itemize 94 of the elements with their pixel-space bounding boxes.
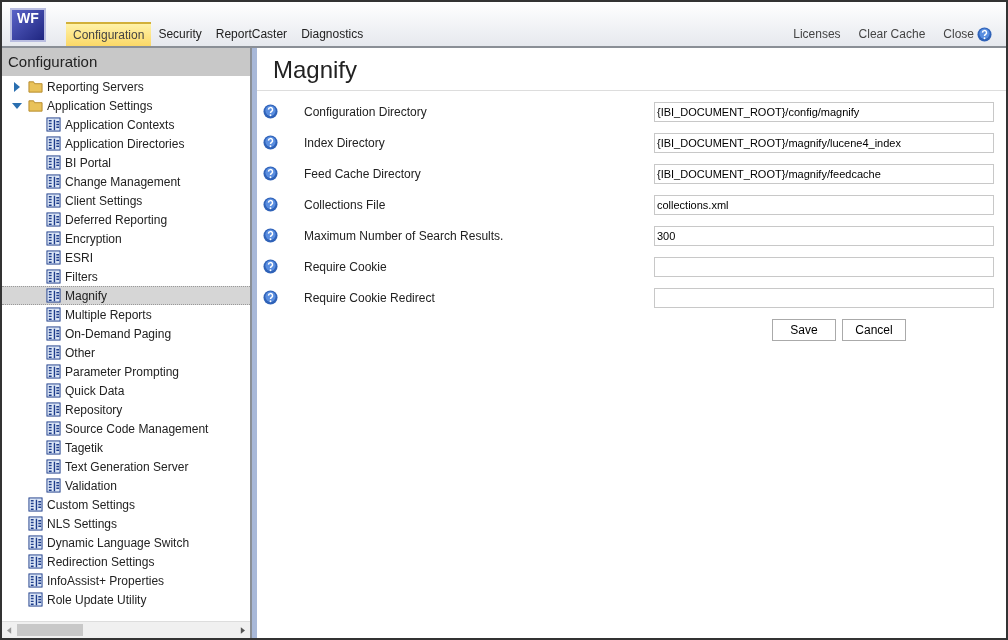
setting-label: Require Cookie Redirect: [304, 290, 436, 305]
settings-file-icon: [46, 345, 61, 360]
settings-file-icon: [46, 421, 61, 436]
settings-file-icon: [28, 497, 43, 512]
settings-file-icon: [28, 554, 43, 569]
setting-label: Maximum Number of Search Results.: [304, 228, 505, 243]
tree-item[interactable]: Quick Data: [2, 381, 250, 400]
tree-item[interactable]: Application Contexts: [2, 115, 250, 134]
tree-item[interactable]: Reporting Servers: [2, 77, 250, 96]
tree-item[interactable]: Deferred Reporting: [2, 210, 250, 229]
header-link[interactable]: Clear Cache: [849, 27, 935, 41]
setting-field[interactable]: 300: [654, 225, 994, 246]
nav-tab[interactable]: Diagnostics: [294, 22, 371, 46]
setting-label: Collections File: [304, 197, 387, 212]
sidebar-title: Configuration: [2, 48, 250, 76]
nav-tab[interactable]: ReportCaster: [208, 22, 295, 46]
form-button[interactable]: Save: [772, 319, 836, 341]
tree-item[interactable]: Redirection Settings: [2, 552, 250, 571]
setting-field[interactable]: {IBI_DOCUMENT_ROOT}/magnify/feedcache: [654, 163, 994, 184]
tree-item[interactable]: Multiple Reports: [2, 305, 250, 324]
expander-icon[interactable]: [12, 81, 22, 92]
settings-file-icon: [46, 174, 61, 189]
tree-item[interactable]: BI Portal: [2, 153, 250, 172]
tree-item[interactable]: Magnify: [2, 286, 250, 305]
settings-file-icon: [46, 231, 61, 246]
help-icon[interactable]: [263, 197, 278, 212]
tree-item[interactable]: Encryption: [2, 229, 250, 248]
settings-file-icon: [46, 383, 61, 398]
tree-item[interactable]: Filters: [2, 267, 250, 286]
tree-item[interactable]: Parameter Prompting: [2, 362, 250, 381]
setting-field[interactable]: {IBI_DOCUMENT_ROOT}/magnify/lucene4_index: [654, 132, 994, 153]
tree-item[interactable]: ESRI: [2, 248, 250, 267]
setting-field[interactable]: collections.xml: [654, 194, 994, 215]
help-icon[interactable]: [263, 104, 278, 119]
settings-file-icon: [46, 307, 61, 322]
settings-file-icon: [46, 269, 61, 284]
folder-icon: [28, 79, 43, 94]
settings-file-icon: [46, 288, 61, 303]
setting-label: Index Directory: [304, 135, 386, 150]
settings-file-icon: [46, 212, 61, 227]
tree-item[interactable]: Client Settings: [2, 191, 250, 210]
setting-label: Require Cookie: [304, 259, 388, 274]
nav-tab[interactable]: Security: [151, 22, 209, 46]
setting-label: Feed Cache Directory: [304, 166, 422, 181]
setting-field[interactable]: [654, 287, 994, 308]
setting-field[interactable]: {IBI_DOCUMENT_ROOT}/config/magnify: [654, 101, 994, 122]
settings-file-icon: [28, 535, 43, 550]
help-icon[interactable]: [263, 166, 278, 181]
settings-file-icon: [46, 459, 61, 474]
settings-file-icon: [46, 478, 61, 493]
help-icon[interactable]: [263, 228, 278, 243]
settings-file-icon: [46, 250, 61, 265]
scroll-right-icon[interactable]: [240, 626, 245, 634]
expander-icon[interactable]: [12, 100, 22, 111]
settings-file-icon: [46, 193, 61, 208]
tree-item[interactable]: Text Generation Server: [2, 457, 250, 476]
page-title: Magnify: [257, 48, 1006, 91]
settings-file-icon: [28, 592, 43, 607]
tree-item[interactable]: Application Directories: [2, 134, 250, 153]
help-icon[interactable]: [263, 135, 278, 150]
tree-item[interactable]: Role Update Utility: [2, 590, 250, 609]
settings-file-icon: [46, 326, 61, 341]
tree-item[interactable]: Other: [2, 343, 250, 362]
tree-item[interactable]: Source Code Management: [2, 419, 250, 438]
help-icon[interactable]: [977, 26, 992, 42]
settings-file-icon: [46, 136, 61, 151]
settings-file-icon: [28, 573, 43, 588]
settings-file-icon: [46, 117, 61, 132]
nav-tab[interactable]: Configuration: [66, 22, 152, 46]
horizontal-scrollbar[interactable]: [2, 621, 250, 638]
tree-item[interactable]: NLS Settings: [2, 514, 250, 533]
settings-file-icon: [46, 155, 61, 170]
tree-item[interactable]: Change Management: [2, 172, 250, 191]
header-link[interactable]: Licenses: [784, 27, 850, 41]
settings-file-icon: [46, 364, 61, 379]
settings-file-icon: [46, 402, 61, 417]
form-button[interactable]: Cancel: [842, 319, 906, 341]
folder-icon: [28, 98, 43, 113]
help-icon[interactable]: [263, 290, 278, 305]
tree-item[interactable]: On-Demand Paging: [2, 324, 250, 343]
app-logo: WF: [10, 8, 46, 42]
help-icon[interactable]: [263, 259, 278, 274]
tree-item[interactable]: InfoAssist+ Properties: [2, 571, 250, 590]
tree-item[interactable]: Repository: [2, 400, 250, 419]
tree-item[interactable]: Validation: [2, 476, 250, 495]
setting-label: Configuration Directory: [304, 104, 428, 119]
setting-field[interactable]: [654, 256, 994, 277]
settings-file-icon: [46, 440, 61, 455]
tree-item[interactable]: Dynamic Language Switch: [2, 533, 250, 552]
settings-file-icon: [28, 516, 43, 531]
header-link[interactable]: Close: [934, 27, 977, 41]
tree-item[interactable]: Tagetik: [2, 438, 250, 457]
tree-item[interactable]: Application Settings: [2, 96, 250, 115]
tree-item[interactable]: Custom Settings: [2, 495, 250, 514]
